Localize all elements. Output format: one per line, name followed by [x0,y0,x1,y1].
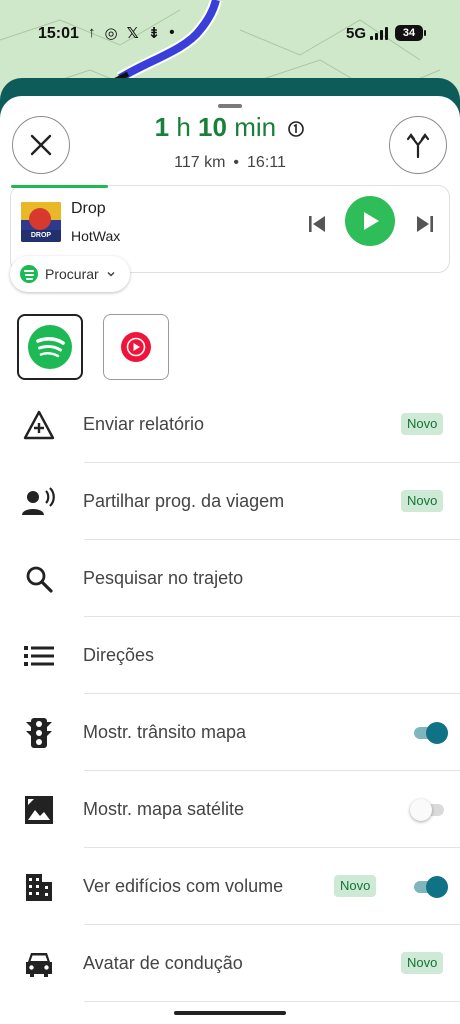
trip-separator: • [233,154,240,171]
menu-item-show-satellite[interactable]: Mostr. mapa satélite [0,771,460,848]
sheet-drag-handle[interactable] [218,104,242,108]
dot-icon: • [169,24,175,41]
traffic-light-icon [22,716,56,750]
app-icon: ⇟ [147,25,161,42]
next-track-button[interactable] [413,212,437,236]
status-bar: 15:01 ↑ ◎ 𝕏 ⇟ • 5G 34 [0,0,460,70]
playback-progress [11,185,108,188]
menu-item-label: Avatar de condução [83,953,243,973]
menu-item-label: Partilhar prog. da viagem [83,491,285,511]
menu-item-label: Mostr. mapa satélite [83,799,245,819]
spotify-icon [20,265,38,283]
eta-hours: 1 [154,112,170,142]
arrival-time: 16:11 [247,154,286,171]
menu-item-send-report[interactable]: Enviar relatório Novo [0,386,460,463]
spotify-icon [28,325,72,369]
album-art-text: DROP [21,230,61,242]
menu-item-search-along-route[interactable]: Pesquisar no trajeto [0,540,460,617]
divider [84,1001,460,1002]
menu-item-label: Pesquisar no trajeto [83,568,244,588]
navigation-sheet: 1 h 10 min 117 km • 16:11 DROP Drop HotWax [0,96,460,1024]
play-button[interactable] [345,196,395,246]
buildings-toggle[interactable] [414,876,448,898]
list-icon [22,639,56,673]
satellite-toggle[interactable] [410,799,448,821]
alternate-routes-button[interactable] [389,116,447,174]
track-artist: HotWax [71,228,121,244]
network-label: 5G [346,25,367,42]
location-arrow-icon: ↑ [88,24,96,41]
eta-minutes: 10 [198,112,227,142]
new-badge: Novo [334,875,377,897]
youtube-music-app-button[interactable] [103,314,169,380]
whatsapp-icon: ◎ [104,25,118,42]
chevron-down-icon [107,271,115,277]
menu-item-show-traffic[interactable]: Mostr. trânsito mapa [0,694,460,771]
spotify-browse-chip[interactable]: Procurar [10,256,130,292]
share-progress-icon [22,485,56,519]
menu-item-label: Mostr. trânsito mapa [83,722,247,742]
status-time: 15:01 [38,25,79,42]
alternate-routes-icon [406,133,430,159]
spotify-app-button[interactable] [17,314,83,380]
menu-item-driving-avatar[interactable]: Avatar de condução Novo [0,925,460,1002]
search-icon [22,562,56,596]
browse-label: Procurar [45,266,99,282]
album-art: DROP [21,202,61,242]
satellite-icon [22,793,56,827]
previous-track-button[interactable] [305,212,329,236]
eta-minutes-unit: min [234,112,277,142]
track-title: Drop [71,200,106,217]
new-badge: Novo [401,952,444,974]
navigation-menu: Enviar relatório Novo Partilhar prog. da… [0,386,460,1002]
x-icon: 𝕏 [126,25,139,42]
eta-hours-unit: h [176,112,191,142]
menu-item-label: Ver edifícios com volume [83,876,284,896]
menu-item-label: Direções [83,645,155,665]
buildings-icon [22,870,56,904]
youtube-music-icon [121,332,151,362]
new-badge: Novo [401,413,444,435]
skip-next-icon [417,216,433,232]
menu-item-share-trip[interactable]: Partilhar prog. da viagem Novo [0,463,460,540]
new-badge: Novo [401,490,444,512]
traffic-toggle[interactable] [414,722,448,744]
signal-icon [370,27,388,40]
menu-item-label: Enviar relatório [83,414,205,434]
battery-icon: 34 [395,25,426,41]
play-icon [364,212,379,230]
menu-item-3d-buildings[interactable]: Ver edifícios com volume Novo [0,848,460,925]
eco-route-icon [287,114,305,145]
car-icon [22,947,56,981]
status-icons: ↑ ◎ 𝕏 ⇟ • [88,24,175,42]
trip-distance: 117 km [174,154,226,171]
menu-item-directions[interactable]: Direções [0,617,460,694]
skip-previous-icon [309,216,325,232]
home-indicator[interactable] [174,1011,286,1015]
report-triangle-icon [22,408,56,442]
